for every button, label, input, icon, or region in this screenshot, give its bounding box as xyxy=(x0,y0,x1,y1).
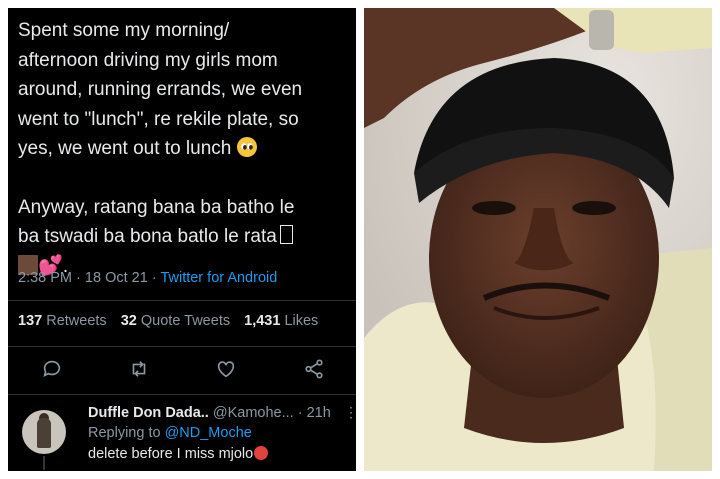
replying-to: Replying to @ND_Moche xyxy=(88,425,252,441)
share-icon[interactable] xyxy=(303,358,329,384)
retweet-icon[interactable] xyxy=(128,358,154,384)
reply-age: 21h xyxy=(306,405,331,421)
tweet-stats: 137 Retweets 32 Quote Tweets 1,431 Likes xyxy=(18,313,328,329)
heart-icon[interactable] xyxy=(215,358,241,384)
pleading-face-icon xyxy=(236,137,257,157)
divider xyxy=(8,394,356,395)
divider xyxy=(8,346,356,347)
tweet-text: Spent some my morning/ afternoon driving… xyxy=(18,16,350,281)
thread-line xyxy=(43,456,45,470)
tweet-line-with-glyph: ba tswadi ba bona batlo le rata xyxy=(18,222,350,252)
selfie-photo xyxy=(364,8,712,471)
reply-author[interactable]: Duffle Don Dada.. @Kamohe... · 21h xyxy=(88,405,331,421)
mention-link[interactable]: @ND_Moche xyxy=(165,425,252,441)
retweets-stat[interactable]: 137 Retweets xyxy=(18,313,107,329)
tweet-line: Spent some my morning/ xyxy=(18,20,230,41)
tweet-line: yes, we went out to lunch xyxy=(18,138,232,159)
missing-glyph-icon xyxy=(279,225,293,244)
reply-tweet[interactable]: Duffle Don Dada.. @Kamohe... · 21h ⋮ Rep… xyxy=(8,400,356,470)
more-options-icon[interactable]: ⋮ xyxy=(344,404,356,421)
avatar[interactable] xyxy=(22,410,66,454)
tweet-line: ba tswadi ba bona batlo le rata xyxy=(18,226,277,247)
tweet-screenshot: Spent some my morning/ afternoon driving… xyxy=(8,8,356,471)
tweet-line: around, running errands, we even xyxy=(18,79,303,100)
tweet-line: Anyway, ratang bana ba batho le xyxy=(18,196,295,218)
likes-stat[interactable]: 1,431 Likes xyxy=(244,313,318,329)
tweet-date: 18 Oct 21 xyxy=(84,270,148,286)
tweet-line: afternoon driving my girls mom xyxy=(18,49,278,71)
tweet-time: 2:38 PM xyxy=(18,270,72,286)
tweet-meta: 2:38 PM · 18 Oct 21 · Twitter for Androi… xyxy=(18,270,278,286)
tweet-actions xyxy=(8,358,356,388)
tweet-source-link[interactable]: Twitter for Android xyxy=(160,270,277,286)
reply-icon[interactable] xyxy=(41,358,67,384)
angry-face-icon xyxy=(254,446,269,460)
reply-author-handle: @Kamohe... xyxy=(212,405,294,421)
quote-tweets-stat[interactable]: 32 Quote Tweets xyxy=(121,313,230,329)
reply-author-name: Duffle Don Dada.. xyxy=(88,405,209,421)
reply-body: delete before I miss mjolo xyxy=(88,446,269,462)
tweet-line: went to "lunch", re rekile plate, so xyxy=(18,108,299,130)
tweet-line-with-emoji: yes, we went out to lunch xyxy=(18,134,350,164)
divider xyxy=(8,300,356,301)
